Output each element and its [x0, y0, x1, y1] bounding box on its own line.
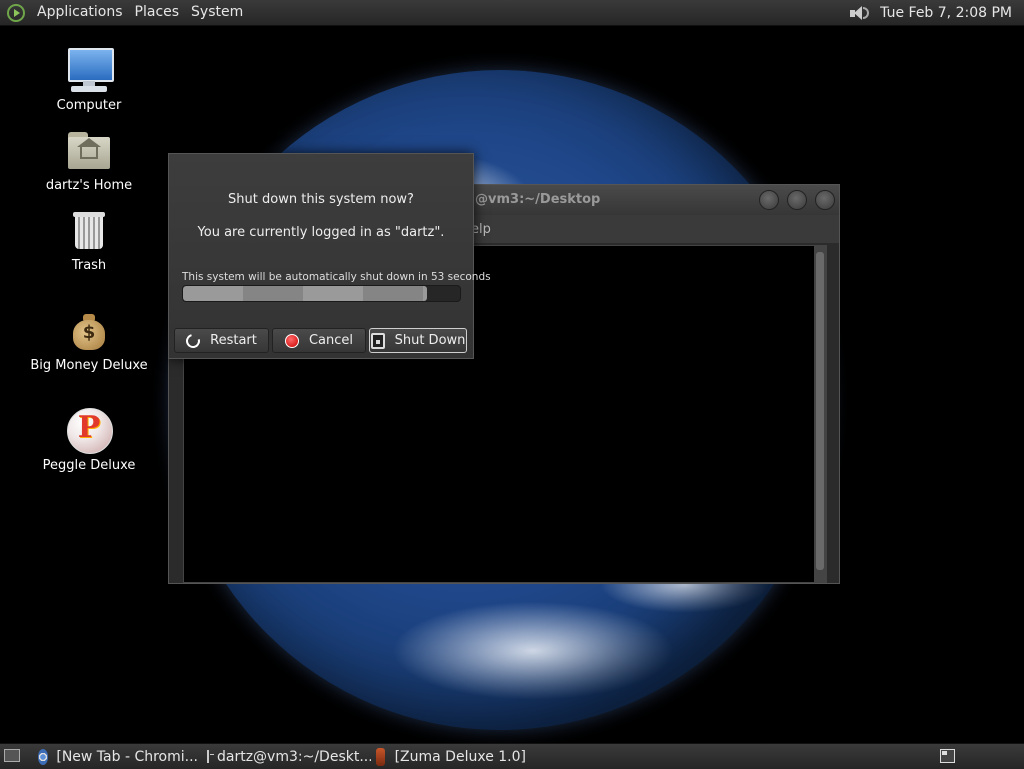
countdown-text: This system will be automatically shut d…: [182, 271, 491, 283]
bottom-panel: [New Tab - Chromi... dartz@vm3:~/Deskt..…: [0, 743, 1024, 769]
restart-button[interactable]: Restart: [174, 328, 269, 353]
desktop-icon-home[interactable]: dartz's Home: [24, 126, 154, 193]
shutdown-button[interactable]: Shut Down: [369, 328, 467, 353]
volume-icon[interactable]: [848, 4, 870, 22]
desktop-icon-computer[interactable]: Computer: [24, 46, 154, 113]
progress-fill: [183, 286, 427, 301]
task-label: dartz@vm3:~/Deskt...: [217, 748, 371, 765]
menu-system[interactable]: System: [185, 0, 249, 25]
trash-icon: [65, 206, 113, 254]
menu-places[interactable]: Places: [129, 0, 186, 25]
cancel-label: Cancel: [308, 333, 354, 348]
peggle-icon: P: [65, 406, 113, 454]
top-panel: Applications Places System Tue Feb 7, 2:…: [0, 0, 1024, 26]
cancel-button[interactable]: Cancel: [272, 328, 366, 353]
task-zuma[interactable]: [Zuma Deluxe 1.0]: [376, 744, 526, 769]
show-desktop-icon[interactable]: [4, 749, 20, 762]
system-tray: Tue Feb 7, 2:08 PM: [848, 4, 1024, 22]
shutdown-dialog: Shut down this system now? You are curre…: [168, 153, 491, 359]
money-bag-icon: $: [65, 306, 113, 354]
task-label: [New Tab - Chromi...: [56, 748, 198, 765]
task-terminal[interactable]: dartz@vm3:~/Deskt...: [207, 744, 371, 769]
maximize-button[interactable]: [787, 190, 807, 210]
terminal-icon: [207, 750, 214, 763]
distro-logo-icon[interactable]: [7, 3, 25, 22]
task-chromium[interactable]: [New Tab - Chromi...: [38, 744, 198, 769]
clock[interactable]: Tue Feb 7, 2:08 PM: [880, 5, 1012, 21]
restart-icon: [183, 330, 203, 351]
desktop-icon-big-money[interactable]: $ Big Money Deluxe: [24, 306, 154, 373]
terminal-scrollbar[interactable]: [814, 246, 826, 582]
desktop-icon-label: Computer: [56, 98, 122, 113]
desktop-icon-label: Peggle Deluxe: [42, 458, 136, 473]
desktop-icon-trash[interactable]: Trash: [24, 206, 154, 273]
countdown-progress-bar: [182, 285, 461, 302]
home-folder-icon: [65, 126, 113, 174]
scrollbar-thumb[interactable]: [816, 252, 824, 570]
terminal-title: @vm3:~/Desktop: [475, 192, 601, 207]
restart-label: Restart: [210, 333, 257, 348]
close-button[interactable]: [815, 190, 835, 210]
desktop-icon-label: dartz's Home: [45, 178, 133, 193]
zuma-icon: [376, 747, 385, 766]
desktop-icon-label: Trash: [71, 258, 107, 273]
minimize-button[interactable]: [759, 190, 779, 210]
task-label: [Zuma Deluxe 1.0]: [394, 748, 526, 765]
main-menu: Applications Places System: [0, 0, 249, 25]
dialog-button-row: Restart Cancel Shut Down: [174, 328, 467, 353]
menu-applications[interactable]: Applications: [31, 0, 129, 25]
cancel-icon: [284, 333, 299, 348]
shutdown-icon: [370, 332, 385, 349]
desktop-icon-label: Big Money Deluxe: [30, 358, 148, 373]
dialog-question: Shut down this system now?: [228, 192, 414, 207]
desktop-icon-peggle[interactable]: P Peggle Deluxe: [24, 406, 154, 473]
workspace-switcher-icon[interactable]: [940, 749, 955, 763]
chromium-icon: [38, 748, 49, 765]
dialog-logged-in-text: You are currently logged in as "dartz".: [197, 225, 445, 240]
shutdown-label: Shut Down: [394, 333, 466, 348]
computer-icon: [65, 46, 114, 94]
